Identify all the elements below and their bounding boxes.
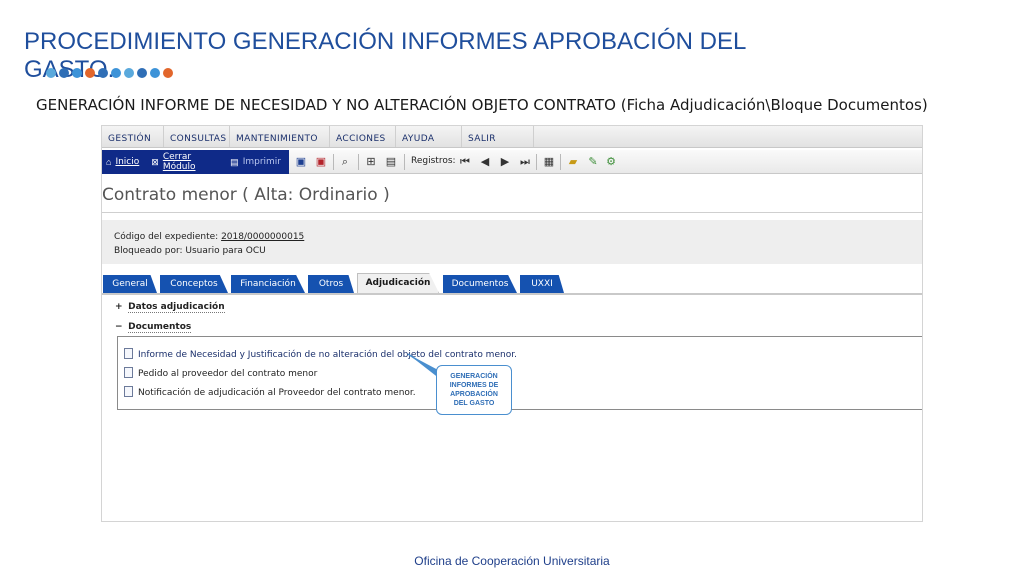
tab-documentos[interactable]: Documentos: [443, 275, 517, 293]
last-record-icon[interactable]: ⏭: [518, 155, 532, 169]
tab-uxxi[interactable]: UXXI: [520, 275, 564, 293]
dot: [72, 68, 82, 78]
section-datos-adjudicacion[interactable]: + Datos adjudicación: [115, 302, 225, 313]
menu-ayuda[interactable]: AYUDA: [396, 126, 462, 147]
callout-line: DEL GASTO: [453, 400, 495, 407]
home-icon: ⌂: [106, 157, 112, 167]
document-icon: [124, 386, 133, 397]
tab-financiacion[interactable]: Financiación: [231, 275, 305, 293]
menu-bar: GESTIÓN CONSULTAS MANTENIMIENTO ACCIONES…: [102, 126, 922, 148]
inicio-link[interactable]: Inicio: [115, 157, 139, 167]
collapse-icon[interactable]: −: [115, 322, 125, 332]
document-icon: [124, 348, 133, 359]
slide-subtitle: GENERACIÓN INFORME DE NECESIDAD Y NO ALT…: [36, 96, 928, 114]
previous-record-icon[interactable]: ◀: [478, 155, 492, 169]
toolbar-separator: [404, 154, 405, 170]
dot: [111, 68, 121, 78]
cerrar-modulo-link[interactable]: Cerrar Módulo: [163, 152, 218, 172]
expediente-label: Código del expediente:: [114, 232, 219, 242]
toolbar-separator: [358, 154, 359, 170]
tab-general[interactable]: General: [103, 275, 157, 293]
dot: [163, 68, 173, 78]
save-close-icon[interactable]: ▣: [314, 155, 328, 169]
documents-box: Informe de Necesidad y Justificación de …: [117, 336, 922, 410]
save-icon[interactable]: ▣: [294, 155, 308, 169]
menu-mantenimiento[interactable]: MANTENIMIENTO: [230, 126, 330, 147]
toolbar-separator: [333, 154, 334, 170]
dot: [46, 68, 56, 78]
tab-bar: General Conceptos Financiación Otros Adj…: [102, 273, 922, 293]
document-label[interactable]: Notificación de adjudicación al Proveedo…: [138, 388, 416, 398]
expediente-value[interactable]: 2018/0000000015: [221, 232, 304, 242]
tab-conceptos[interactable]: Conceptos: [160, 275, 228, 293]
tab-adjudicacion[interactable]: Adjudicación: [357, 273, 439, 293]
expediente-line: Código del expediente: 2018/0000000015: [114, 232, 304, 242]
bloqueado-line: Bloqueado por: Usuario para OCU: [114, 246, 266, 256]
dot: [150, 68, 160, 78]
dot: [124, 68, 134, 78]
callout-line: APROBACIÓN: [450, 391, 498, 398]
menu-gestion[interactable]: GESTIÓN: [102, 126, 164, 147]
tab-divider: [102, 293, 922, 295]
document-label[interactable]: Pedido al proveedor del contrato menor: [138, 369, 317, 379]
callout-line: GENERACIÓN: [450, 373, 498, 380]
document-item[interactable]: Notificación de adjudicación al Proveedo…: [124, 386, 416, 398]
toolbar-separator: [560, 154, 561, 170]
section-label: Documentos: [128, 322, 192, 333]
document-item[interactable]: Informe de Necesidad y Justificación de …: [124, 348, 517, 360]
folder-icon[interactable]: ▰: [566, 155, 580, 169]
grid-icon[interactable]: ▦: [542, 155, 556, 169]
callout-line: INFORMES DE: [449, 382, 499, 389]
settings-icon[interactable]: ⚙: [604, 155, 618, 169]
form-title: Contrato menor ( Alta: Ordinario ): [102, 185, 390, 205]
bloqueado-value: Usuario para OCU: [185, 246, 266, 256]
dot: [85, 68, 95, 78]
registros-label: Registros:: [411, 156, 456, 166]
callout-box: GENERACIÓN INFORMES DE APROBACIÓN DEL GA…: [436, 365, 512, 415]
dot: [59, 68, 69, 78]
menu-acciones[interactable]: ACCIONES: [330, 126, 396, 147]
toolbar: ⌂ Inicio ⊠ Cerrar Módulo ▤ Imprimir ▣ ▣ …: [102, 150, 922, 174]
title-divider: [102, 212, 922, 213]
document-item[interactable]: Pedido al proveedor del contrato menor: [124, 367, 317, 379]
imprimir-link[interactable]: Imprimir: [243, 157, 281, 167]
toolbar-separator: [536, 154, 537, 170]
section-documentos[interactable]: − Documentos: [115, 322, 192, 333]
decorative-dots: [46, 68, 173, 78]
print-record-icon[interactable]: ▤: [384, 155, 398, 169]
nav-links: ⌂ Inicio ⊠ Cerrar Módulo ▤ Imprimir: [102, 150, 289, 174]
search-icon[interactable]: ⌕: [338, 155, 352, 169]
slide-footer: Oficina de Cooperación Universitaria: [414, 554, 610, 568]
dot: [137, 68, 147, 78]
expediente-info: Código del expediente: 2018/0000000015 B…: [102, 220, 922, 264]
next-record-icon[interactable]: ▶: [498, 155, 512, 169]
bloqueado-label: Bloqueado por:: [114, 246, 183, 256]
first-record-icon[interactable]: ⏮: [458, 155, 472, 169]
tab-otros[interactable]: Otros: [308, 275, 354, 293]
close-module-icon: ⊠: [151, 156, 159, 167]
expand-icon[interactable]: +: [115, 302, 125, 312]
menu-salir[interactable]: SALIR: [462, 126, 534, 147]
print-icon: ▤: [230, 156, 239, 167]
dot: [98, 68, 108, 78]
section-label: Datos adjudicación: [128, 302, 225, 313]
document-icon: [124, 367, 133, 378]
add-record-icon[interactable]: ⊞: [364, 155, 378, 169]
menu-consultas[interactable]: CONSULTAS: [164, 126, 230, 147]
app-screenshot: GESTIÓN CONSULTAS MANTENIMIENTO ACCIONES…: [101, 125, 923, 522]
edit-icon[interactable]: ✎: [586, 155, 600, 169]
document-label[interactable]: Informe de Necesidad y Justificación de …: [138, 350, 517, 360]
